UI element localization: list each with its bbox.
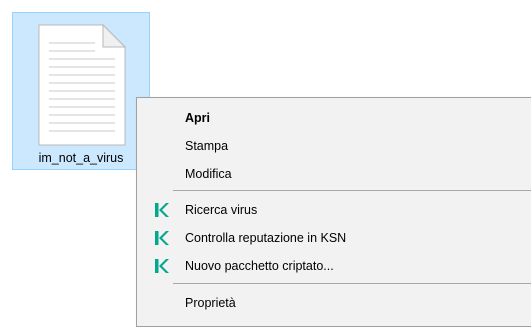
file-name-label: im_not_a_virus: [38, 151, 124, 165]
menu-item-label: Proprietà: [185, 296, 236, 310]
menu-item-check-ksn-reputation[interactable]: Controlla reputazione in KSN: [137, 225, 531, 251]
menu-item-label: Controlla reputazione in KSN: [185, 231, 347, 245]
menu-item-new-encrypted-package[interactable]: Nuovo pacchetto criptato...: [137, 253, 531, 279]
menu-item-scan-virus[interactable]: Ricerca virus: [137, 197, 531, 223]
menu-item-label: Modifica: [185, 167, 232, 181]
menu-item-label: Nuovo pacchetto criptato...: [185, 259, 334, 273]
menu-item-properties[interactable]: Proprietà: [137, 290, 531, 316]
kaspersky-k-icon: [155, 203, 169, 217]
menu-separator: [173, 283, 531, 284]
context-menu: Apri Stampa Modifica Ricerca virus Contr…: [136, 97, 531, 327]
menu-item-print[interactable]: Stampa: [137, 133, 531, 159]
file-im-not-a-virus[interactable]: im_not_a_virus: [12, 12, 150, 170]
menu-item-label: Stampa: [185, 139, 229, 153]
text-file-icon: [38, 23, 127, 146]
kaspersky-k-icon: [155, 231, 169, 245]
menu-separator: [173, 190, 531, 191]
menu-item-open[interactable]: Apri: [137, 105, 531, 131]
kaspersky-k-icon: [155, 259, 169, 273]
menu-item-edit[interactable]: Modifica: [137, 161, 531, 187]
menu-item-label: Ricerca virus: [185, 203, 258, 217]
menu-item-label: Apri: [185, 111, 210, 125]
